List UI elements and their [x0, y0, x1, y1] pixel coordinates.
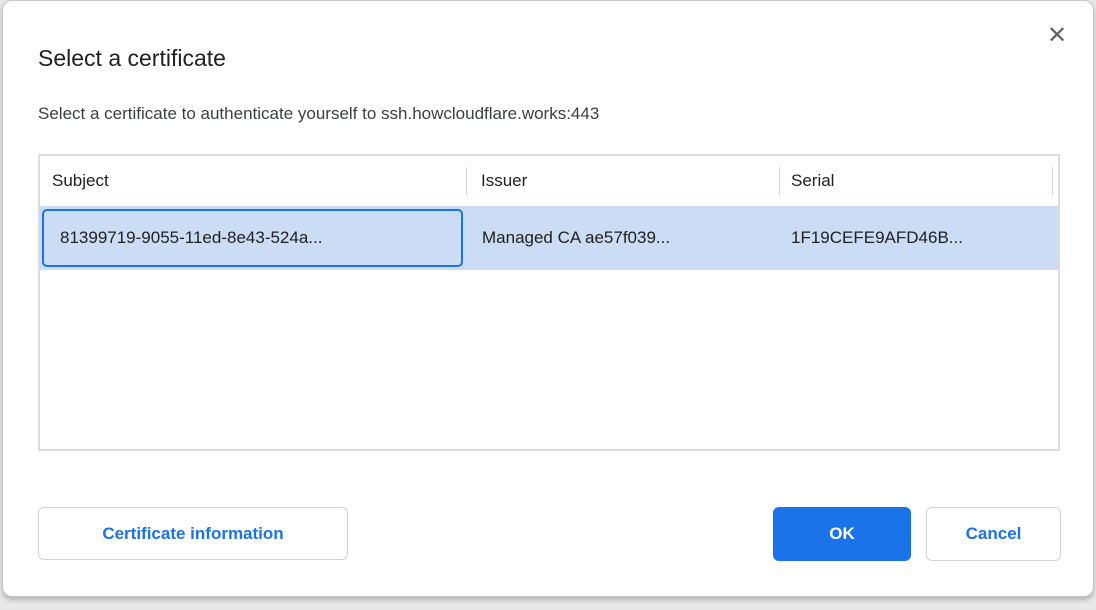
ok-button[interactable]: OK: [773, 507, 911, 561]
column-header-subject[interactable]: Subject: [40, 156, 466, 206]
dialog-subtitle: Select a certificate to authenticate you…: [38, 104, 599, 124]
column-header-subject-label: Subject: [52, 171, 109, 191]
dialog-title: Select a certificate: [38, 45, 226, 72]
column-header-issuer-label: Issuer: [481, 171, 527, 191]
column-divider: [466, 167, 467, 195]
column-header-issuer[interactable]: Issuer: [466, 156, 779, 206]
cancel-button[interactable]: Cancel: [926, 507, 1061, 561]
cell-serial: 1F19CEFE9AFD46B...: [779, 206, 1058, 270]
certificate-table: Subject Issuer Serial 81399719-9055-11ed…: [38, 154, 1060, 451]
certificate-information-button[interactable]: Certificate information: [38, 507, 348, 560]
certificate-row-selected[interactable]: 81399719-9055-11ed-8e43-524a... Managed …: [40, 206, 1058, 270]
column-header-serial[interactable]: Serial: [779, 156, 1058, 206]
close-icon[interactable]: ✕: [1041, 19, 1073, 51]
column-divider: [1052, 167, 1053, 195]
cell-issuer: Managed CA ae57f039...: [466, 206, 779, 270]
certificate-picker-dialog: ✕ Select a certificate Select a certific…: [2, 0, 1094, 597]
table-header: Subject Issuer Serial: [40, 156, 1058, 206]
column-divider: [779, 167, 780, 195]
cell-subject: 81399719-9055-11ed-8e43-524a...: [40, 206, 466, 270]
column-header-serial-label: Serial: [791, 171, 834, 191]
